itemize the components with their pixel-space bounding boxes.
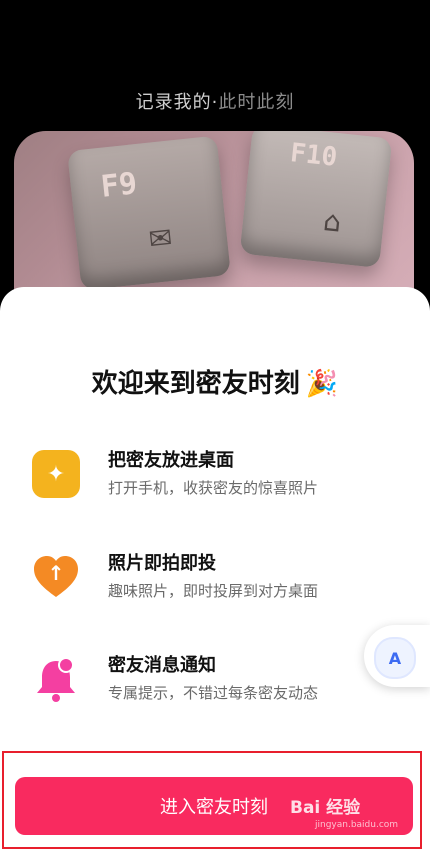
feature-title: 把密友放进桌面 xyxy=(108,450,234,471)
sheet-title-row: 欢迎来到密友时刻 🎉 xyxy=(0,363,430,400)
keycap-f9-label: F9 xyxy=(99,166,139,205)
watermark-url: jingyan.baidu.com xyxy=(315,820,399,830)
bell-icon xyxy=(32,655,80,703)
assistant-a-icon: A xyxy=(374,637,416,679)
feature-subtitle: 趣味照片，即时投屏到对方桌面 xyxy=(108,582,319,600)
sparkle-icon: ✦ xyxy=(32,450,80,498)
top-caption-part2: 此时此刻 xyxy=(218,92,295,113)
keycap-f10-label: F10 xyxy=(288,138,339,173)
feature-item-photo: ↑ 照片即拍即投 趣味照片，即时投屏到对方桌面 xyxy=(32,547,392,617)
feature-title: 照片即拍即投 xyxy=(108,553,216,574)
feature-subtitle: 打开手机，收获密友的惊喜照片 xyxy=(108,479,319,497)
sheet-title: 欢迎来到密友时刻 xyxy=(91,369,300,399)
keycap-f10: F10 ⌂ xyxy=(239,131,393,268)
feature-title: 密友消息通知 xyxy=(108,655,216,676)
floating-assistant-button[interactable]: A xyxy=(364,625,430,687)
party-popper-icon: 🎉 xyxy=(305,369,339,399)
keycap-f9: F9 ✉ xyxy=(67,135,231,291)
feature-item-desktop: ✦ 把密友放进桌面 打开手机，收获密友的惊喜照片 xyxy=(32,444,392,514)
top-caption-part1: 记录我的· xyxy=(135,92,219,113)
home-icon: ⌂ xyxy=(321,204,343,239)
watermark-text: Bai 经验 xyxy=(290,798,361,818)
feature-subtitle: 专属提示，不错过每条密友动态 xyxy=(108,684,319,702)
heart-arrow-icon: ↑ xyxy=(32,553,80,601)
top-caption: 记录我的·此时此刻 xyxy=(0,88,430,114)
envelope-icon: ✉ xyxy=(147,220,174,257)
feature-item-notify: 密友消息通知 专属提示，不错过每条密友动态 xyxy=(32,649,392,719)
